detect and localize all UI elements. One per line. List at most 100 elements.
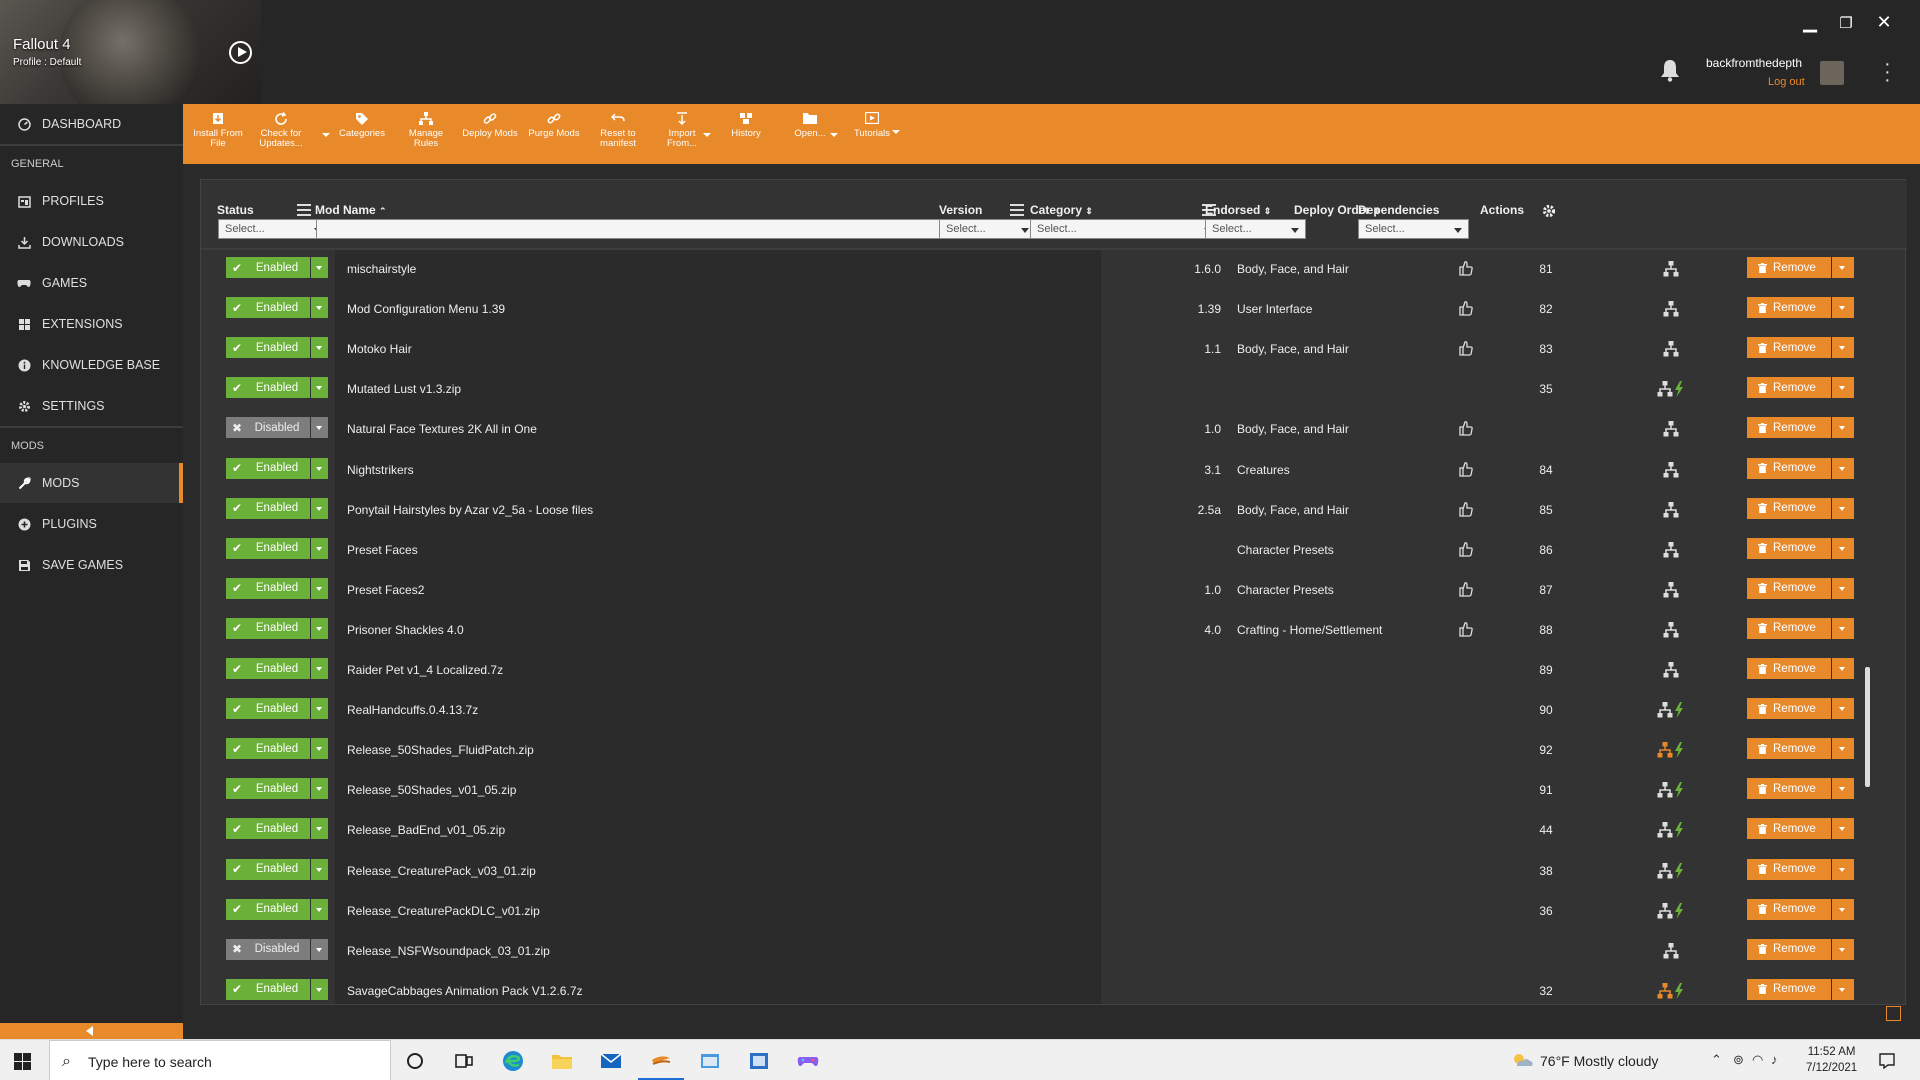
- weather-cloudy-icon[interactable]: [1512, 1052, 1534, 1068]
- mod-name-cell[interactable]: Preset Faces: [347, 543, 418, 557]
- dependencies-with-conflict-icon[interactable]: [1654, 781, 1688, 799]
- dependencies-icon[interactable]: [1654, 420, 1688, 438]
- scrollbar-thumb[interactable]: [1865, 667, 1870, 787]
- status-toggle-button[interactable]: ✔ Enabled: [226, 778, 310, 800]
- status-dropdown-button[interactable]: [311, 738, 328, 760]
- table-row[interactable]: ✔ Enabled Release_BadEnd_v01_05.zip 44 Remov…: [201, 811, 1907, 851]
- status-toggle-button[interactable]: ✔ Enabled: [226, 377, 310, 399]
- check-updates-dropdown-icon[interactable]: [322, 133, 330, 137]
- remove-button[interactable]: Remove: [1747, 257, 1831, 278]
- mod-name-cell[interactable]: Mod Configuration Menu 1.39: [347, 302, 505, 316]
- dependencies-icon[interactable]: [1654, 340, 1688, 358]
- dependencies-with-conflict-icon[interactable]: [1654, 701, 1688, 719]
- status-dropdown-button[interactable]: [311, 818, 328, 840]
- remove-button[interactable]: Remove: [1747, 617, 1831, 639]
- remove-dropdown-button[interactable]: [1832, 738, 1854, 760]
- avatar[interactable]: [1820, 61, 1844, 85]
- status-dropdown-button[interactable]: [311, 377, 328, 399]
- minimize-button[interactable]: ▁: [1798, 12, 1822, 33]
- network-icon[interactable]: ⊚: [1733, 1052, 1744, 1068]
- dependencies-icon[interactable]: [1654, 581, 1688, 599]
- status-dropdown-button[interactable]: [311, 297, 328, 319]
- show-hidden-icons-chevron-icon[interactable]: ⌃: [1711, 1052, 1722, 1068]
- dependencies-icon[interactable]: [1654, 541, 1688, 559]
- mod-name-filter-input[interactable]: [316, 219, 1044, 239]
- system-clock[interactable]: 11:52 AM 7/12/2021: [1806, 1044, 1857, 1076]
- remove-button[interactable]: Remove: [1747, 978, 1831, 1000]
- remove-dropdown-button[interactable]: [1832, 818, 1854, 840]
- restore-button[interactable]: ❐: [1834, 14, 1858, 32]
- logout-link[interactable]: Log out: [1768, 76, 1805, 88]
- endorsed-filter-select[interactable]: Select...: [1205, 219, 1306, 239]
- status-dropdown-button[interactable]: [311, 898, 328, 920]
- status-dropdown-button[interactable]: [311, 457, 328, 479]
- table-row[interactable]: ✔ Enabled Release_50Shades_FluidPatch.zip 9…: [201, 731, 1907, 771]
- vortex-app-icon[interactable]: [648, 1048, 674, 1074]
- status-toggle-button[interactable]: ✔ Enabled: [226, 297, 310, 319]
- mod-name-cell[interactable]: mischairstyle: [347, 262, 416, 276]
- table-row[interactable]: ✔ Enabled Mod Configuration Menu 1.39 1.39 U…: [201, 290, 1907, 330]
- remove-button[interactable]: Remove: [1747, 898, 1831, 920]
- sidebar-item-extensions[interactable]: EXTENSIONS: [0, 304, 183, 344]
- mod-name-cell[interactable]: Release_50Shades_v01_05.zip: [347, 783, 516, 797]
- file-explorer-icon[interactable]: [549, 1048, 575, 1074]
- column-header-status[interactable]: Status: [217, 203, 254, 217]
- notifications-icon[interactable]: [1878, 1052, 1896, 1070]
- status-toggle-button[interactable]: ✔ Enabled: [226, 978, 310, 1000]
- thumbs-up-icon[interactable]: [1459, 541, 1473, 557]
- dependencies-icon[interactable]: [1654, 621, 1688, 639]
- remove-button[interactable]: Remove: [1747, 658, 1831, 679]
- status-dropdown-button[interactable]: [311, 337, 328, 359]
- status-toggle-button[interactable]: ✔ Enabled: [226, 337, 310, 359]
- dependencies-with-conflict-icon[interactable]: [1654, 982, 1688, 1000]
- status-dropdown-button[interactable]: [311, 698, 328, 720]
- remove-dropdown-button[interactable]: [1832, 658, 1854, 679]
- mod-name-cell[interactable]: Raider Pet v1_4 Localized.7z: [347, 663, 503, 677]
- remove-button[interactable]: Remove: [1747, 938, 1831, 960]
- collapse-sidebar-button[interactable]: [0, 1023, 183, 1039]
- tutorials-dropdown-icon[interactable]: [892, 130, 900, 134]
- mod-name-cell[interactable]: Release_CreaturePackDLC_v01.zip: [347, 904, 540, 918]
- close-button[interactable]: ✕: [1872, 12, 1896, 33]
- status-toggle-button[interactable]: ✔ Enabled: [226, 617, 310, 639]
- status-dropdown-button[interactable]: [311, 617, 328, 639]
- remove-dropdown-button[interactable]: [1832, 577, 1854, 599]
- table-row[interactable]: ✔ Enabled SavageCabbages Animation Pack V1…: [201, 972, 1907, 1004]
- mod-name-cell[interactable]: RealHandcuffs.0.4.13.7z: [347, 703, 478, 717]
- weather-text[interactable]: 76°F Mostly cloudy: [1540, 1053, 1658, 1069]
- check-for-updates-button[interactable]: Check for Updates...: [250, 112, 312, 160]
- app-window-icon[interactable]: [697, 1048, 723, 1074]
- remove-dropdown-button[interactable]: [1832, 938, 1854, 960]
- thumbs-up-icon[interactable]: [1459, 621, 1473, 637]
- mod-name-cell[interactable]: Ponytail Hairstyles by Azar v2_5a - Loos…: [347, 503, 593, 517]
- remove-button[interactable]: Remove: [1747, 698, 1831, 720]
- table-row[interactable]: ✔ Enabled Release_50Shades_v01_05.zip 91 Rem…: [201, 771, 1907, 811]
- mod-name-cell[interactable]: Release_50Shades_FluidPatch.zip: [347, 743, 534, 757]
- version-filter-select[interactable]: Select...: [939, 219, 1036, 239]
- remove-dropdown-button[interactable]: [1832, 978, 1854, 1000]
- more-options-icon[interactable]: · · ·: [1884, 54, 1891, 90]
- task-view-icon[interactable]: [451, 1048, 477, 1074]
- mod-name-cell[interactable]: Nightstrikers: [347, 463, 414, 477]
- status-toggle-button[interactable]: ✔ Enabled: [226, 577, 310, 599]
- windows-start-icon[interactable]: [14, 1053, 31, 1070]
- status-toggle-button[interactable]: ✔ Enabled: [226, 818, 310, 840]
- wifi-icon[interactable]: ◠: [1752, 1052, 1763, 1068]
- mod-name-cell[interactable]: Release_NSFWsoundpack_03_01.zip: [347, 944, 550, 958]
- sidebar-item-settings[interactable]: SETTINGS: [0, 386, 183, 426]
- volume-icon[interactable]: ♪: [1771, 1052, 1778, 1067]
- mod-name-cell[interactable]: Release_BadEnd_v01_05.zip: [347, 823, 505, 837]
- mod-name-cell[interactable]: Motoko Hair: [347, 342, 412, 356]
- thumbs-up-icon[interactable]: [1459, 420, 1473, 437]
- column-header-version[interactable]: Version: [939, 203, 982, 217]
- remove-button[interactable]: Remove: [1747, 778, 1831, 800]
- status-dropdown-button[interactable]: [311, 778, 328, 800]
- dependencies-icon[interactable]: [1654, 300, 1688, 318]
- remove-button[interactable]: Remove: [1747, 337, 1831, 359]
- remove-dropdown-button[interactable]: [1832, 898, 1854, 920]
- import-dropdown-icon[interactable]: [703, 133, 711, 137]
- status-toggle-button[interactable]: ✔ Enabled: [226, 257, 310, 278]
- status-toggle-button[interactable]: ✔ Enabled: [226, 898, 310, 920]
- edge-browser-icon[interactable]: [500, 1048, 526, 1074]
- status-toggle-button[interactable]: ✔ Enabled: [226, 457, 310, 479]
